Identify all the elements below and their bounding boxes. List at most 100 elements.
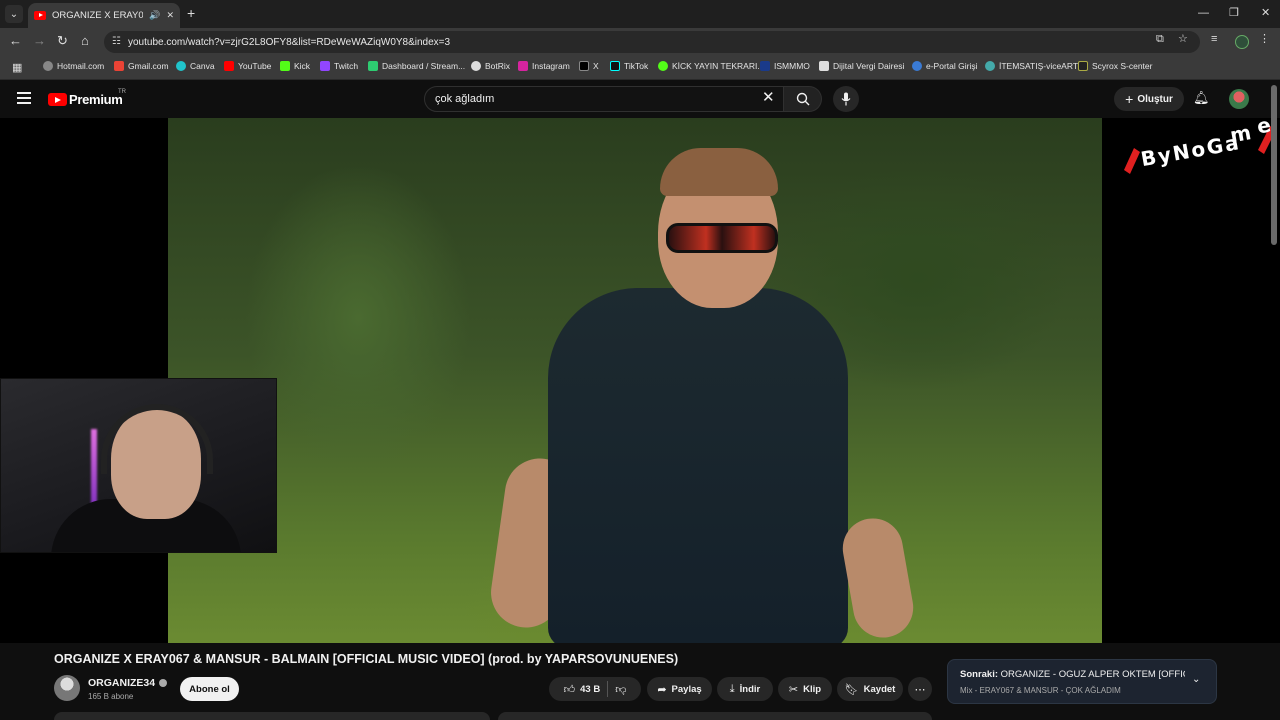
bookmark-star-icon[interactable]: ☆ [1178,33,1188,45]
reload-icon[interactable]: ↻ [57,34,68,48]
bookmarks-bar: ▦ Hotmail.com Gmail.com Canva YouTube Ki… [0,56,1280,80]
address-text: youtube.com/watch?v=zjrG2L8OFY8&list=RDe… [128,36,451,48]
create-button[interactable]: + Oluştur [1114,87,1184,111]
bookmark-item[interactable]: YouTube [224,61,271,71]
channel-name-link[interactable]: ORGANIZE34 [88,677,168,689]
address-bar[interactable]: ☷ youtube.com/watch?v=zjrG2L8OFY8&list=R… [104,31,1200,53]
bookmark-item[interactable]: Kick [280,61,310,71]
playlist-mix-title: Mix - ERAY067 & MANSUR - ÇOK AĞLADIM [960,686,1121,695]
browser-tabstrip: ⌄ ORGANIZE X ERAY067 & M 🔊 ✕ + — ❐ ✕ [0,0,1280,28]
bookmark-item[interactable]: Twitch [320,61,358,71]
bookmark-item[interactable]: KİCK YAYIN TEKRARI... [658,61,764,71]
new-tab-button[interactable]: + [187,6,195,20]
clip-label: Klip [803,683,822,695]
youtube-favicon-icon [34,11,46,20]
like-icon[interactable]: 👍︎ [564,683,576,696]
home-icon[interactable]: ⌂ [81,34,89,48]
youtube-icon [224,61,234,71]
scissors-icon: ✂ [788,683,799,696]
download-icon: ⤓ [729,682,735,695]
channel-name: ORGANIZE34 [88,677,156,689]
bookmark-item[interactable]: İTEMSATIŞ-viceART [985,61,1078,71]
up-next-video-title: ORGANIZE - OGUZ ALPER OKTEM [OFFICI... [1000,669,1185,680]
botrix-icon [471,61,481,71]
chrome-menu-icon[interactable]: ⋮ [1259,33,1270,45]
like-dislike-group: 👍︎ 43 B 👎︎ [549,677,641,701]
svg-text:ByNoGa: ByNoGa [1139,130,1242,171]
menu-icon[interactable] [17,92,31,104]
subscribe-button[interactable]: Abone ol [180,677,239,701]
site-info-icon[interactable]: ☷ [112,36,121,47]
page-scrollbar[interactable] [1271,85,1277,245]
gmail-icon [114,61,124,71]
ismmmo-icon [760,61,770,71]
clip-button[interactable]: ✂ Klip [778,677,832,701]
video-hair [660,148,778,196]
minimize-icon[interactable]: — [1198,6,1209,20]
youtube-logo-icon[interactable] [48,93,67,106]
up-next-prefix: Sonraki: [960,669,999,680]
bookmark-item[interactable]: TikTok [610,61,648,71]
save-button[interactable]: 🔖︎ Kaydet [837,677,903,701]
restore-icon[interactable]: ❐ [1229,6,1239,20]
bookmark-item[interactable]: X [579,61,599,71]
download-label: İndir [739,683,761,695]
search-button[interactable] [784,86,822,112]
youtube-header: Premium TR çok ağladım ✕ + Oluştur 🔔︎ [0,80,1280,118]
clear-search-icon[interactable]: ✕ [762,89,775,107]
channel-avatar[interactable] [54,675,80,701]
share-label: Paylaş [671,683,702,695]
back-icon[interactable]: ← [9,34,22,48]
svg-text:m: m [1228,120,1253,147]
close-window-icon[interactable]: ✕ [1261,6,1270,20]
tab-title: ORGANIZE X ERAY067 & M [52,10,144,21]
streamlabs-icon [368,61,378,71]
bookmark-item[interactable]: Hotmail.com [43,61,104,71]
share-button[interactable]: ➦ Paylaş [647,677,712,701]
instagram-icon [518,61,528,71]
bookmark-item[interactable]: Scyrox S-center [1078,61,1152,71]
browser-tab[interactable]: ORGANIZE X ERAY067 & M 🔊 ✕ [28,3,180,28]
forward-icon[interactable]: → [33,34,46,48]
like-count[interactable]: 43 B [580,684,600,695]
bookmark-item[interactable]: ISMMMO [760,61,810,71]
search-query: çok ağladım [435,93,495,105]
tiktok-icon [610,61,620,71]
bynogame-watermark-logo: ByNoGa m e [1124,118,1276,174]
microphone-icon [841,92,851,106]
save-label: Kaydet [863,683,896,695]
browser-toolbar: ← → ↻ ⌂ ☷ youtube.com/watch?v=zjrG2L8OFY… [0,28,1280,56]
tab-search-button[interactable]: ⌄ [5,5,23,23]
more-icon: ⋯ [914,683,926,696]
bookmark-item[interactable]: BotRix [471,61,510,71]
media-control-icon[interactable]: ≡ [1211,33,1217,45]
chevron-down-icon[interactable]: ⌄ [1192,674,1200,685]
bookmark-item[interactable]: Dijital Vergi Dairesi [819,61,904,71]
install-app-icon[interactable]: ⧉ [1156,33,1164,45]
bookmark-item[interactable]: Canva [176,61,215,71]
bookmark-item[interactable]: Gmail.com [114,61,169,71]
browser-profile-avatar[interactable] [1235,35,1249,49]
download-button[interactable]: ⤓ İndir [717,677,773,701]
more-actions-button[interactable]: ⋯ [908,677,932,701]
notifications-bell-icon[interactable]: 🔔︎ [1193,90,1210,106]
speaker-icon[interactable]: 🔊 [149,10,160,21]
bookmark-item[interactable]: Dashboard / Stream... [368,61,465,71]
bookmark-item[interactable]: Instagram [518,61,570,71]
video-frame[interactable] [168,118,1102,643]
search-input[interactable]: çok ağladım [424,86,784,112]
dislike-icon[interactable]: 👎︎ [615,683,626,696]
account-avatar[interactable] [1229,89,1249,109]
bookmark-item[interactable]: e-Portal Girişi [912,61,977,71]
apps-grid-icon[interactable]: ▦ [12,61,22,74]
webcam-headset [101,404,213,474]
like-divider [607,681,609,697]
voice-search-button[interactable] [833,86,859,112]
video-arm-right [838,513,918,643]
twitch-icon [320,61,330,71]
subscriber-count: 165 B abone [88,692,134,701]
premium-logo-text[interactable]: Premium [69,92,123,107]
close-tab-icon[interactable]: ✕ [166,10,174,21]
video-title: ORGANIZE X ERAY067 & MANSUR - BALMAIN [O… [54,652,679,666]
up-next-card[interactable]: Sonraki: ORGANIZE - OGUZ ALPER OKTEM [OF… [947,659,1217,704]
